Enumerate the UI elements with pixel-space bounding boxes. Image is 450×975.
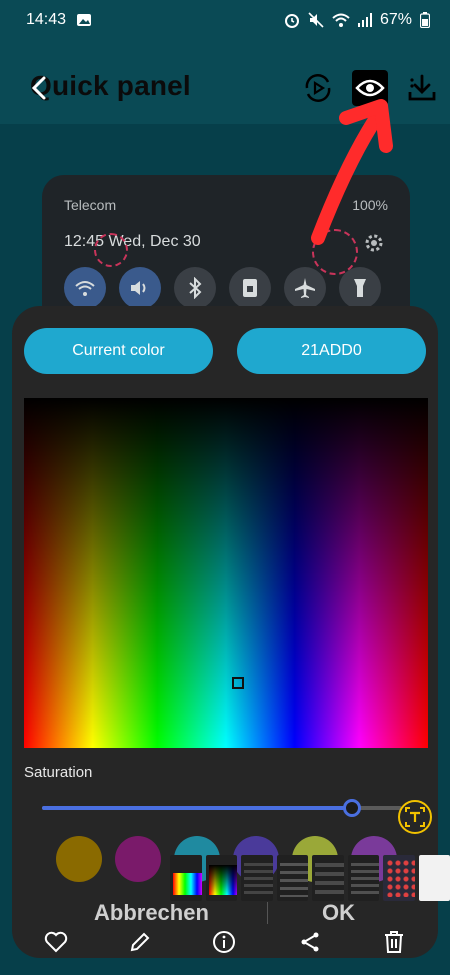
battery-icon [420, 12, 430, 28]
download-icon[interactable] [404, 70, 440, 106]
color-swatch[interactable] [115, 836, 161, 882]
sound-toggle-icon [119, 267, 161, 309]
lock-toggle-icon [229, 267, 271, 309]
color-swatch[interactable] [56, 836, 102, 882]
preview-battery: 100% [352, 197, 388, 213]
battery-percent: 67% [379, 11, 412, 28]
hex-value-button[interactable]: 21ADD0 [237, 328, 426, 374]
app-header: Quick panel [0, 56, 450, 124]
status-time: 14:43 [26, 11, 67, 28]
back-arrow-icon[interactable] [26, 72, 52, 104]
rotate-play-icon[interactable] [300, 70, 336, 106]
saturation-label: Saturation [24, 764, 93, 781]
color-selection-marker[interactable] [232, 677, 244, 689]
preview-carrier: Telecom [64, 197, 117, 213]
favorite-heart-icon[interactable] [42, 928, 70, 956]
saturation-slider[interactable] [42, 799, 402, 817]
color-spectrum[interactable] [24, 398, 428, 748]
airplane-toggle-icon [284, 267, 326, 309]
page-title: Quick panel [30, 70, 191, 101]
bluetooth-toggle-icon [174, 267, 216, 309]
status-bar: 14:43 67% [0, 0, 450, 40]
gallery-icon [76, 12, 92, 28]
annotation-dashed-circle [94, 233, 128, 267]
signal-icon [357, 12, 372, 28]
saturation-slider-thumb[interactable] [342, 799, 361, 817]
saturation-slider-fill [42, 806, 352, 810]
preview-time-date: 12:45 Wed, Dec 30 [64, 233, 201, 250]
wifi-icon [332, 12, 350, 28]
annotation-dashed-circle [312, 229, 358, 275]
bottom-toolbar [0, 920, 450, 964]
mute-icon [308, 12, 324, 28]
text-recognition-icon[interactable] [398, 800, 432, 834]
share-icon[interactable] [296, 928, 324, 956]
alarm-icon [284, 12, 300, 28]
flashlight-toggle-icon [339, 267, 381, 309]
current-color-button[interactable]: Current color [24, 328, 213, 374]
edit-pencil-icon[interactable] [126, 928, 154, 956]
info-icon[interactable] [210, 928, 238, 956]
wifi-toggle-icon [64, 267, 106, 309]
eye-icon[interactable] [352, 70, 388, 106]
delete-trash-icon[interactable] [380, 928, 408, 956]
settings-gear-icon [364, 233, 384, 258]
